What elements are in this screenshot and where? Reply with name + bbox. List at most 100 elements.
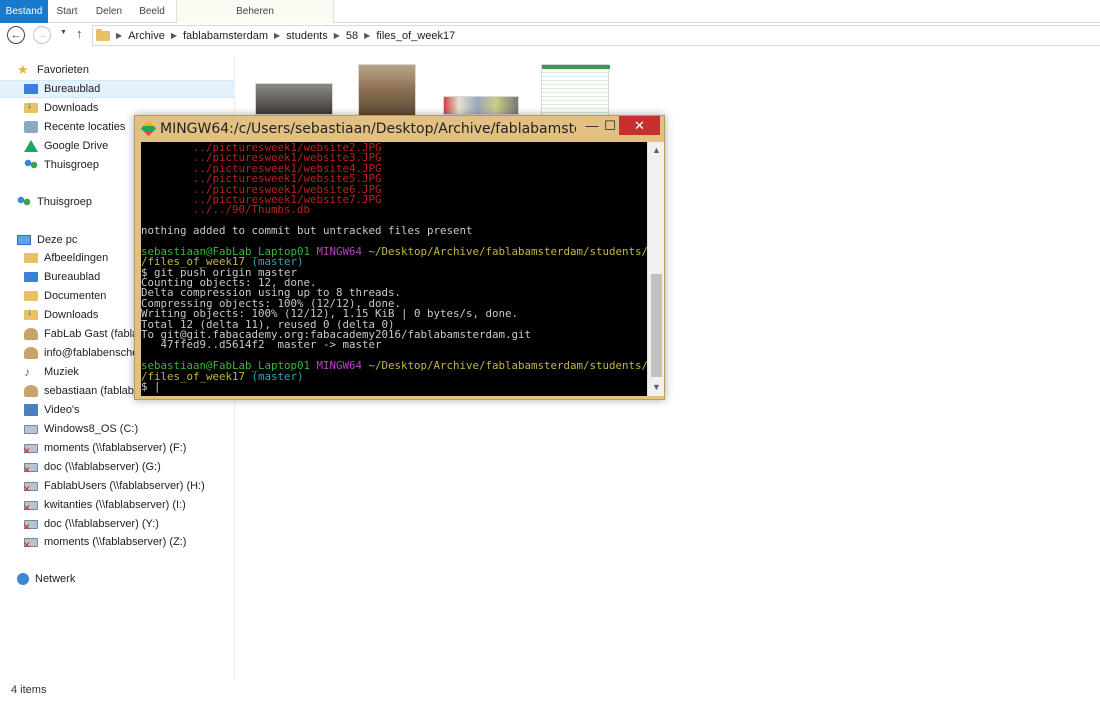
nav-item-drive-i[interactable]: kwitanties (\\fablabserver) (I:) (0, 496, 235, 514)
nav-favorites[interactable]: ★ Favorieten (0, 61, 235, 79)
item-count: 4 items (11, 684, 47, 696)
nav-label: Bureaublad (44, 83, 101, 95)
homegroup-icon (17, 196, 31, 208)
terminal-text: MINGW64 (316, 359, 369, 373)
terminal-text: ../../90/Thumbs.db (141, 203, 311, 217)
star-icon: ★ (17, 62, 29, 77)
address-bar[interactable]: ▶ Archive ▶ fablabamsterdam ▶ students ▶… (92, 25, 1100, 46)
navigation-bar: ← → ▼ ↑ ▶ Archive ▶ fablabamsterdam ▶ st… (0, 23, 1100, 49)
tab-beheren[interactable]: Beheren (176, 0, 334, 23)
google-drive-icon (24, 140, 38, 152)
disconnected-network-drive-icon (23, 462, 38, 476)
breadcrumb-fablabamsterdam[interactable]: fablabamsterdam (183, 30, 268, 42)
user-folder-icon (24, 385, 38, 397)
disconnected-network-drive-icon (23, 500, 38, 514)
terminal-text: nothing added to commit but untracked fi… (141, 224, 473, 238)
tab-beeld[interactable]: Beeld (132, 0, 172, 23)
homegroup-icon (24, 159, 38, 171)
chevron-right-icon: ▶ (116, 31, 123, 40)
terminal-title: MINGW64:/c/Users/sebastiaan/Desktop/Arch… (160, 121, 576, 137)
up-arrow-icon[interactable]: ↑ (76, 26, 83, 41)
disconnected-network-drive-icon (23, 481, 38, 495)
nav-label: moments (\\fablabserver) (Z:) (44, 536, 187, 548)
nav-label: moments (\\fablabserver) (F:) (44, 442, 187, 454)
breadcrumb-files-of-week17[interactable]: files_of_week17 (376, 30, 455, 42)
terminal-text: MINGW64 (316, 244, 369, 258)
scroll-up-icon[interactable]: ▲ (648, 142, 665, 159)
nav-label: info@fablabensched (44, 347, 145, 359)
ribbon: Bestand Start Delen Beeld Beheren (0, 0, 1100, 23)
nav-item-drive-g[interactable]: doc (\\fablabserver) (G:) (0, 458, 235, 476)
scroll-down-icon[interactable]: ▼ (648, 379, 665, 396)
arrow-right-icon: → (36, 29, 48, 41)
chevron-right-icon: ▶ (274, 31, 281, 40)
back-button[interactable]: ← (7, 26, 25, 44)
terminal-line: ../../90/Thumbs.db (141, 203, 647, 217)
breadcrumb-students[interactable]: students (286, 30, 328, 42)
status-bar: 4 items (0, 680, 1100, 701)
terminal-titlebar[interactable]: MINGW64:/c/Users/sebastiaan/Desktop/Arch… (135, 116, 664, 142)
chevron-right-icon: ▶ (364, 31, 371, 40)
documents-folder-icon (24, 291, 38, 301)
forward-button[interactable]: → (33, 26, 51, 44)
pictures-folder-icon (24, 253, 38, 263)
spreadsheet-header-stripe (542, 65, 610, 69)
terminal-text: ~/Desktop/Archive/fablabamsterdam/studen… (368, 244, 647, 258)
nav-item-drive-c[interactable]: Windows8_OS (C:) (0, 420, 235, 438)
drive-icon (24, 424, 38, 434)
breadcrumb-archive[interactable]: Archive (128, 30, 165, 42)
nav-item-drive-y[interactable]: doc (\\fablabserver) (Y:) (0, 515, 235, 533)
tab-delen[interactable]: Delen (88, 0, 130, 23)
nav-network[interactable]: Netwerk (0, 570, 235, 588)
nav-label: doc (\\fablabserver) (Y:) (44, 518, 159, 530)
tab-start[interactable]: Start (50, 0, 84, 23)
nav-item-drive-z[interactable]: moments (\\fablabserver) (Z:) (0, 533, 235, 551)
terminal-scrollbar[interactable]: ▲ ▼ (647, 142, 664, 396)
file-thumbnail[interactable] (443, 96, 519, 115)
nav-item-drive-h[interactable]: FablabUsers (\\fablabserver) (H:) (0, 477, 235, 495)
folder-icon (96, 28, 110, 41)
downloads-icon (24, 100, 38, 113)
nav-label: Documenten (44, 290, 107, 302)
terminal-line: nothing added to commit but untracked fi… (141, 224, 647, 238)
user-folder-icon (24, 328, 38, 340)
file-thumbnail[interactable] (255, 83, 333, 115)
nav-label: Muziek (44, 366, 79, 378)
downloads-icon (24, 307, 38, 320)
nav-label: Deze pc (37, 234, 78, 246)
nav-item-bureaublad[interactable]: Bureaublad (0, 80, 235, 98)
nav-label: Downloads (44, 102, 99, 114)
file-thumbnail[interactable] (541, 64, 610, 116)
disconnected-network-drive-icon (23, 519, 38, 533)
scrollbar-thumb[interactable] (651, 274, 662, 377)
network-icon (17, 573, 29, 585)
terminal-line: /files_of_week17 (master) (141, 371, 647, 382)
nav-item-drive-f[interactable]: moments (\\fablabserver) (F:) (0, 439, 235, 457)
terminal-text: 47ffed9..d5614f2 master -> master (141, 338, 382, 352)
computer-icon (17, 235, 31, 245)
git-bash-icon (140, 120, 157, 137)
nav-label: doc (\\fablabserver) (G:) (44, 461, 161, 473)
nav-label: Video's (44, 404, 80, 416)
desktop-icon (24, 84, 38, 94)
close-button[interactable]: ✕ (619, 116, 660, 135)
file-thumbnail[interactable] (358, 64, 416, 116)
nav-label: Thuisgroep (44, 159, 100, 171)
nav-label: sebastiaan (fablab_l (44, 385, 143, 397)
video-folder-icon (24, 404, 38, 416)
breadcrumb-58[interactable]: 58 (346, 30, 358, 42)
terminal-output[interactable]: ../picturesweek1/website2.JPG ../picture… (141, 142, 647, 396)
file-explorer-window: Bestand Start Delen Beeld Beheren ← → ▼ … (0, 0, 1100, 701)
user-folder-icon (24, 347, 38, 359)
recent-places-icon (24, 121, 38, 133)
recent-locations-chevron-icon[interactable]: ▼ (60, 29, 67, 36)
arrow-left-icon: ← (10, 29, 22, 41)
nav-item-videos[interactable]: Video's (0, 401, 235, 419)
nav-label: Netwerk (35, 573, 76, 585)
tab-bestand[interactable]: Bestand (0, 0, 48, 23)
terminal-line: 47ffed9..d5614f2 master -> master (141, 338, 647, 352)
nav-label: Google Drive (44, 140, 109, 152)
terminal-window[interactable]: MINGW64:/c/Users/sebastiaan/Desktop/Arch… (134, 115, 665, 400)
nav-label: Thuisgroep (37, 196, 93, 208)
nav-label: Downloads (44, 309, 99, 321)
